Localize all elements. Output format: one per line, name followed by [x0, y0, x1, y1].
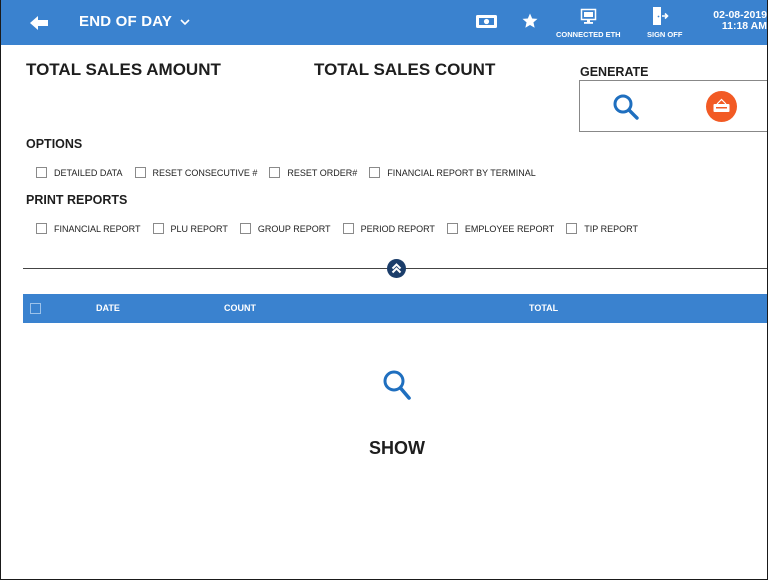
- screen-title-dropdown[interactable]: END OF DAY: [79, 13, 190, 30]
- generate-label: GENERATE: [580, 65, 649, 79]
- select-all-checkbox[interactable]: [30, 303, 41, 314]
- checkbox[interactable]: [239, 223, 251, 234]
- double-chevron-up-icon[interactable]: [387, 259, 406, 278]
- report-group[interactable]: GROUP REPORT: [239, 223, 331, 234]
- option-detailed-data[interactable]: DETAILED DATA: [36, 167, 123, 178]
- options-label: OPTIONS: [26, 137, 83, 151]
- current-time: 11:18 AM: [721, 20, 767, 32]
- cash-drawer-icon[interactable]: [475, 13, 498, 35]
- option-label: DETAILED DATA: [54, 167, 123, 178]
- option-label: FINANCIAL REPORT BY TERMINAL: [387, 167, 536, 178]
- report-tip[interactable]: TIP REPORT: [566, 223, 638, 234]
- checkbox[interactable]: [566, 223, 578, 234]
- generate-panel: [579, 80, 767, 132]
- checkbox[interactable]: [134, 167, 146, 178]
- report-label: PERIOD REPORT: [360, 223, 435, 234]
- end-of-day-generate-button[interactable]: [706, 91, 737, 122]
- checkbox[interactable]: [269, 167, 281, 178]
- option-reset-consecutive[interactable]: RESET CONSECUTIVE #: [134, 167, 258, 178]
- search-icon[interactable]: [612, 93, 640, 121]
- chevron-down-icon: [180, 18, 190, 25]
- report-plu[interactable]: PLU REPORT: [152, 223, 228, 234]
- column-header-total[interactable]: TOTAL: [529, 303, 558, 313]
- sign-off-door-icon: [653, 7, 669, 25]
- total-sales-count-label: TOTAL SALES COUNT: [314, 60, 496, 79]
- report-label: FINANCIAL REPORT: [54, 223, 141, 234]
- report-period[interactable]: PERIOD REPORT: [342, 223, 435, 234]
- sign-off-button[interactable]: SIGN OFF: [641, 4, 691, 42]
- checkbox[interactable]: [36, 223, 47, 234]
- option-label: RESET ORDER#: [287, 167, 358, 178]
- report-employee[interactable]: EMPLOYEE REPORT: [446, 223, 555, 234]
- report-financial[interactable]: FINANCIAL REPORT: [36, 223, 141, 234]
- option-label: RESET CONSECUTIVE #: [152, 167, 258, 178]
- back-arrow-icon[interactable]: [29, 14, 49, 32]
- report-label: EMPLOYEE REPORT: [464, 223, 555, 234]
- checkbox[interactable]: [369, 167, 381, 178]
- sign-off-label: SIGN OFF: [647, 30, 683, 39]
- show-results-label[interactable]: SHOW: [1, 438, 767, 459]
- star-favorite-icon[interactable]: [521, 12, 539, 35]
- total-sales-amount-label: TOTAL SALES AMOUNT: [26, 60, 221, 79]
- app-frame: END OF DAY CONNECTED ETH SIGN OFF 02-08-…: [0, 0, 768, 580]
- connection-status-button[interactable]: CONNECTED ETH: [553, 4, 625, 42]
- checkbox[interactable]: [446, 223, 458, 234]
- connection-status-label: CONNECTED ETH: [556, 30, 621, 39]
- print-reports-checkbox-row: FINANCIAL REPORT PLU REPORT GROUP REPORT…: [36, 223, 650, 234]
- checkbox[interactable]: [36, 167, 47, 178]
- checkbox[interactable]: [152, 223, 164, 234]
- column-header-date[interactable]: DATE: [96, 303, 120, 313]
- top-bar: END OF DAY CONNECTED ETH SIGN OFF 02-08-…: [1, 0, 767, 45]
- print-reports-label: PRINT REPORTS: [26, 193, 128, 207]
- results-table-header: DATE COUNT TOTAL: [23, 294, 767, 323]
- show-search-icon[interactable]: [381, 368, 413, 402]
- report-label: PLU REPORT: [170, 223, 228, 234]
- screen-title: END OF DAY: [79, 13, 173, 30]
- report-label: GROUP REPORT: [257, 223, 331, 234]
- column-header-count[interactable]: COUNT: [224, 303, 256, 313]
- checkbox[interactable]: [342, 223, 354, 234]
- options-checkbox-row: DETAILED DATA RESET CONSECUTIVE # RESET …: [36, 167, 548, 178]
- option-financial-report-by-terminal[interactable]: FINANCIAL REPORT BY TERMINAL: [369, 167, 536, 178]
- computer-monitor-icon: [580, 8, 597, 24]
- report-label: TIP REPORT: [584, 223, 638, 234]
- end-of-day-sign-icon: [713, 98, 730, 112]
- date-time: 02-08-2019 11:18 AM: [713, 10, 767, 32]
- option-reset-order[interactable]: RESET ORDER#: [269, 167, 357, 178]
